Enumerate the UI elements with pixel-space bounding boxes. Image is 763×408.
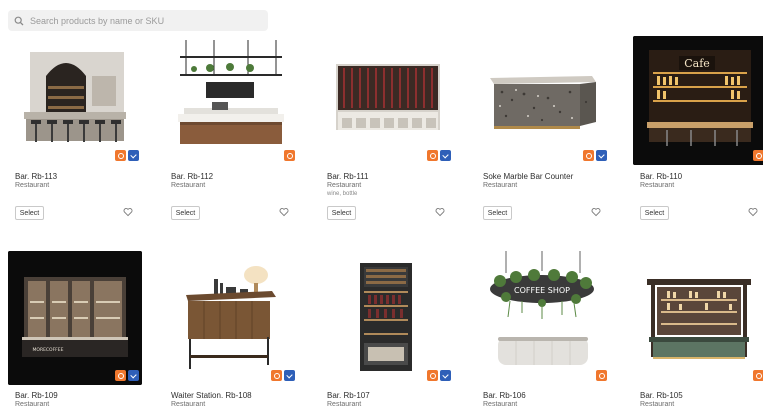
product-thumbnail[interactable] xyxy=(164,36,298,165)
product-thumbnail[interactable] xyxy=(320,251,454,385)
select-button[interactable]: Select xyxy=(640,206,669,220)
format-badges xyxy=(596,370,607,381)
product-name: Bar. Rb-106 xyxy=(483,391,526,400)
product-name: Bar. Rb-107 xyxy=(327,391,370,400)
product-category: Restaurant xyxy=(15,182,50,189)
format-badges xyxy=(753,370,763,381)
product-name: Bar. Rb-109 xyxy=(15,391,58,400)
vray-icon xyxy=(128,150,139,161)
product-category: Restaurant xyxy=(640,182,675,189)
product-tags: wine, bottle xyxy=(327,191,358,197)
vray-icon xyxy=(440,370,451,381)
blender-icon xyxy=(596,370,607,381)
product-category: Restaurant xyxy=(640,401,675,408)
format-badges xyxy=(284,150,295,161)
product-thumbnail[interactable] xyxy=(633,251,763,385)
product-name: Bar. Rb-113 xyxy=(15,172,58,181)
select-button[interactable]: Select xyxy=(327,206,356,220)
search-icon xyxy=(8,10,30,31)
product-category: Restaurant xyxy=(327,182,362,189)
coffee-shop-sign-text: COFFEE SHOP xyxy=(514,286,570,295)
blender-icon xyxy=(583,150,594,161)
select-button[interactable]: Select xyxy=(171,206,200,220)
heart-icon[interactable] xyxy=(123,207,133,217)
heart-icon[interactable] xyxy=(748,207,758,217)
format-badges xyxy=(753,150,763,161)
search-input[interactable] xyxy=(30,10,268,31)
format-badges xyxy=(115,150,139,161)
vray-icon xyxy=(284,370,295,381)
search-bar[interactable] xyxy=(8,10,268,31)
heart-icon[interactable] xyxy=(591,207,601,217)
format-badges xyxy=(427,370,451,381)
format-badges xyxy=(427,150,451,161)
product-name: Soke Marble Bar Counter xyxy=(483,172,574,181)
product-name: Bar. Rb-111 xyxy=(327,172,369,181)
blender-icon xyxy=(284,150,295,161)
cafe-sign-text: Cafe xyxy=(684,57,710,70)
vray-icon xyxy=(440,150,451,161)
blender-icon xyxy=(753,150,763,161)
product-category: Restaurant xyxy=(483,182,518,189)
product-name: Bar. Rb-110 xyxy=(640,172,683,181)
product-thumbnail[interactable]: MORECOFFEE xyxy=(8,251,142,385)
format-badges xyxy=(583,150,607,161)
blender-icon xyxy=(753,370,763,381)
morecoffee-sign-text: MORECOFFEE xyxy=(33,347,64,353)
product-category: Restaurant xyxy=(327,401,362,408)
select-button[interactable]: Select xyxy=(15,206,44,220)
format-badges xyxy=(271,370,295,381)
product-thumbnail[interactable] xyxy=(164,251,298,385)
product-name: Bar. Rb-105 xyxy=(640,391,683,400)
heart-icon[interactable] xyxy=(435,207,445,217)
product-thumbnail[interactable] xyxy=(476,36,610,165)
product-thumbnail[interactable]: COFFEE SHOP xyxy=(476,251,610,385)
product-thumbnail[interactable] xyxy=(8,36,142,165)
product-category: Restaurant xyxy=(15,401,50,408)
format-badges xyxy=(115,370,139,381)
product-category: Restaurant xyxy=(483,401,518,408)
blender-icon xyxy=(427,150,438,161)
blender-icon xyxy=(115,150,126,161)
blender-icon xyxy=(427,370,438,381)
product-thumbnail[interactable]: Cafe xyxy=(633,36,763,165)
blender-icon xyxy=(115,370,126,381)
product-name: Bar. Rb-112 xyxy=(171,172,214,181)
product-category: Restaurant xyxy=(171,401,206,408)
vray-icon xyxy=(596,150,607,161)
product-name: Waiter Station. Rb-108 xyxy=(171,391,252,400)
heart-icon[interactable] xyxy=(279,207,289,217)
blender-icon xyxy=(271,370,282,381)
product-thumbnail[interactable] xyxy=(320,36,454,165)
product-category: Restaurant xyxy=(171,182,206,189)
vray-icon xyxy=(128,370,139,381)
select-button[interactable]: Select xyxy=(483,206,512,220)
